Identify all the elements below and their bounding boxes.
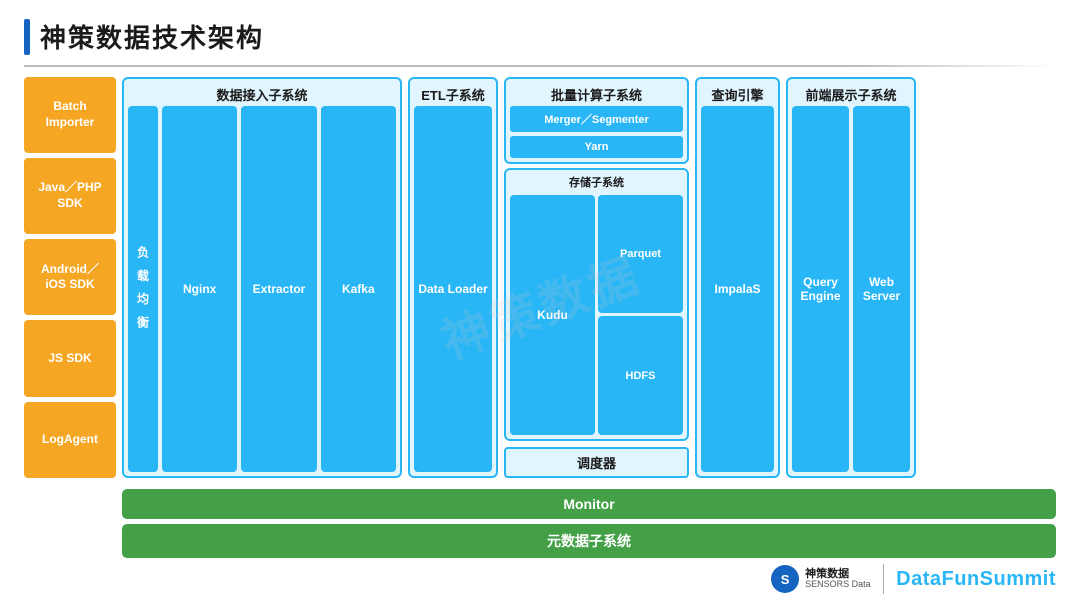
yarn-box: Yarn	[510, 136, 683, 158]
storage-right: Parquet HDFS	[598, 195, 683, 436]
kudu-box: Kudu	[510, 195, 595, 436]
monitor-spacer	[24, 489, 116, 519]
monitor-row: Monitor	[122, 489, 1056, 519]
batch-inner: Merger／Segmenter Yarn	[510, 106, 683, 158]
footer: S 神策数据 SENSORS Data DataFunSummit	[24, 558, 1056, 594]
parquet-box: Parquet	[598, 195, 683, 314]
kafka-box: Kafka	[321, 106, 396, 473]
batch-block: 批量计算子系统 Merger／Segmenter Yarn	[504, 77, 689, 164]
etl-title: ETL子系统	[414, 83, 492, 106]
load-balancer: 负 载 均 衡	[128, 106, 158, 473]
etl-block: ETL子系统 Data Loader	[408, 77, 498, 479]
monitor-row-container: Monitor	[24, 489, 1056, 519]
batch-storage-col: 批量计算子系统 Merger／Segmenter Yarn 存储子系统 Kudu…	[504, 77, 689, 479]
storage-block: 存储子系统 Kudu Parquet HDFS	[504, 168, 689, 442]
meta-row: 元数据子系统	[122, 524, 1056, 558]
meta-spacer	[24, 524, 116, 558]
footer-brand: S 神策数据 SENSORS Data	[771, 565, 871, 593]
query-block: 查询引擎 ImpalaS	[695, 77, 780, 479]
frontend-title: 前端展示子系统	[792, 83, 910, 106]
meta-row-container: 元数据子系统	[24, 524, 1056, 558]
bottom-section: Monitor 元数据子系统	[24, 489, 1056, 558]
brand-en: SENSORS Data	[805, 580, 871, 590]
nginx-box: Nginx	[162, 106, 237, 473]
title-accent	[24, 19, 30, 55]
frontend-inner: Query Engine Web Server	[792, 106, 910, 473]
storage-inner: Kudu Parquet HDFS	[510, 195, 683, 436]
footer-divider	[883, 564, 885, 594]
data-loader-box: Data Loader	[414, 106, 492, 473]
ingestion-block: 数据接入子系统 负 载 均 衡 Nginx Extractor Kafka	[122, 77, 402, 479]
frontend-block: 前端展示子系统 Query Engine Web Server	[786, 77, 916, 479]
sidebar-item-android-ios-sdk: Android／ iOS SDK	[24, 239, 116, 315]
sidebar-item-java-php-sdk: Java／PHP SDK	[24, 158, 116, 234]
batch-title: 批量计算子系统	[510, 83, 683, 106]
web-server-box: Web Server	[853, 106, 910, 473]
ingestion-title: 数据接入子系统	[128, 83, 396, 106]
storage-title: 存储子系统	[510, 174, 683, 190]
query-title: 查询引擎	[701, 83, 774, 106]
brand-logo-icon: S	[771, 565, 799, 593]
left-sidebar: Batch Importer Java／PHP SDK Android／ iOS…	[24, 77, 116, 479]
query-engine-box: Query Engine	[792, 106, 849, 473]
page-title: 神策数据技术架构	[40, 18, 264, 55]
hdfs-box: HDFS	[598, 316, 683, 435]
sidebar-item-js-sdk: JS SDK	[24, 320, 116, 396]
sidebar-item-logagent: LogAgent	[24, 402, 116, 478]
summit-label: DataFunSummit	[896, 568, 1056, 591]
merger-box: Merger／Segmenter	[510, 106, 683, 132]
top-row: Batch Importer Java／PHP SDK Android／ iOS…	[24, 77, 1056, 479]
scheduler-row: 调度器	[504, 447, 689, 478]
footer-brand-text: 神策数据 SENSORS Data	[805, 568, 871, 590]
arch-area: Batch Importer Java／PHP SDK Android／ iOS…	[24, 77, 1056, 559]
sidebar-item-batch-importer: Batch Importer	[24, 77, 116, 153]
title-row: 神策数据技术架构	[24, 18, 1056, 55]
impalas-box: ImpalaS	[701, 106, 774, 473]
ingestion-inner: 负 载 均 衡 Nginx Extractor Kafka	[128, 106, 396, 473]
page: 神策数据 神策数据技术架构 Batch Importer Java／PHP SD…	[0, 0, 1080, 608]
extractor-box: Extractor	[241, 106, 316, 473]
divider	[24, 65, 1056, 67]
